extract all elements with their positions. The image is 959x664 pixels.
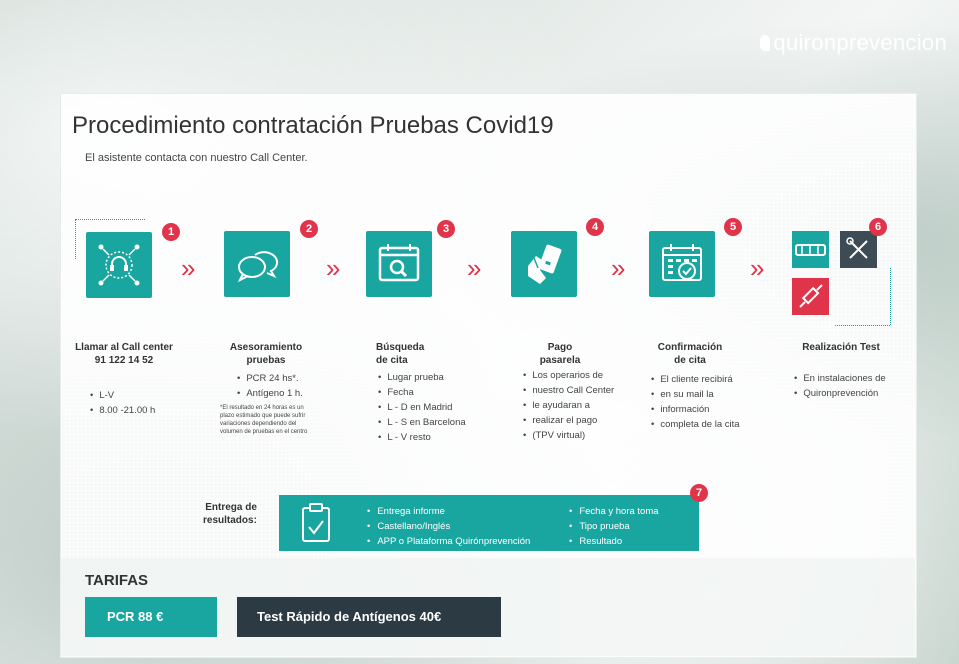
- step-5-badge: 5: [724, 218, 742, 236]
- step-5-title: Confirmación de cita: [650, 341, 730, 367]
- brand-mark-icon: [760, 35, 771, 51]
- list-item: le ayudaran a: [523, 398, 614, 413]
- step-1-title: Llamar al Call center 91 122 14 52: [74, 341, 174, 367]
- chevron-right-icon: »: [611, 253, 626, 283]
- step-1-badge: 1: [162, 223, 180, 241]
- step-5-title-line2: de cita: [674, 355, 706, 366]
- list-item: L-V: [90, 388, 155, 403]
- step-2-title-line1: Asesoramiento: [229, 342, 303, 353]
- list-item: L - S en Barcelona: [378, 415, 465, 430]
- calendar-check-icon: [662, 244, 702, 281]
- test-kit-tile: [792, 231, 829, 268]
- dotted-accent-right-v: [890, 268, 891, 325]
- price-pcr: PCR 88 €: [85, 597, 217, 637]
- step-2-title-line2: pruebas: [246, 355, 286, 366]
- list-item: L - V resto: [378, 430, 466, 445]
- chevron-right-icon: »: [467, 253, 482, 283]
- list-item: APP o Plataforma Quirónprevención: [367, 534, 530, 549]
- step-1-title-line1: Llamar al Call center: [75, 342, 173, 353]
- dotted-accent-right: [835, 325, 890, 326]
- list-item: Quironprevención: [794, 386, 886, 401]
- list-item: Antígeno 1 h.: [237, 386, 303, 401]
- step-5-bullets: El cliente recibirá en su mail la inform…: [651, 372, 740, 432]
- brand-logo: quironprevencion: [760, 30, 947, 56]
- step-2-bullets: PCR 24 hs*. Antígeno 1 h.: [237, 371, 303, 401]
- list-item: información: [651, 402, 740, 417]
- list-item: Entrega informe: [367, 504, 530, 519]
- list-item: Tipo prueba: [569, 519, 659, 534]
- list-item: L - D en Madrid: [378, 400, 466, 415]
- delivery-box: Entrega informe Castellano/Inglés APP o …: [279, 495, 699, 551]
- step-4-title-line2: pasarela: [539, 355, 581, 366]
- step-2-badge: 2: [300, 220, 318, 238]
- step-1-phone: 91 122 14 52: [94, 355, 154, 366]
- step-6-bullets: En instalaciones de Quironprevención: [794, 371, 886, 401]
- list-item: 8.00 -21.00 h: [90, 403, 155, 418]
- price-antigenos: Test Rápido de Antígenos 40€: [237, 597, 501, 637]
- step-5-icon-tile: [649, 231, 715, 297]
- list-item: El cliente recibirá: [651, 372, 740, 387]
- step-6-title: Realización Test: [796, 341, 886, 354]
- step-4-badge: 4: [586, 218, 604, 236]
- tarifas-heading: TARIFAS: [85, 572, 149, 589]
- step-2-title: Asesoramiento pruebas: [216, 341, 316, 367]
- list-item: realizar el pago: [523, 413, 614, 428]
- list-item: Los operarios de: [523, 368, 614, 383]
- card-payment-icon: [528, 244, 562, 284]
- list-item: Fecha: [378, 385, 466, 400]
- dotted-accent-left: [75, 219, 145, 220]
- step-4-title: Pago pasarela: [530, 341, 590, 367]
- step-3-title: Búsqueda de cita: [376, 341, 432, 367]
- delivery-label-line2: resultados:: [203, 515, 257, 526]
- list-item: nuestro Call Center: [523, 383, 614, 398]
- list-item: PCR 24 hs*.: [237, 371, 303, 386]
- headset-network-icon: [98, 244, 140, 286]
- step-6-badge: 6: [869, 218, 887, 236]
- list-item: Fecha y hora toma: [569, 504, 658, 519]
- syringe-tile: [792, 278, 829, 315]
- list-item: (TPV virtual): [523, 428, 614, 443]
- list-item: completa de la cita: [651, 417, 739, 432]
- brand-name: quironprevencion: [773, 30, 947, 55]
- step-2-footnote: *El resultado en 24 horas es un plazo es…: [220, 405, 308, 435]
- step-3-bullets: Lugar prueba Fecha L - D en Madrid L - S…: [378, 370, 466, 445]
- step-3-title-line2: de cita: [376, 355, 408, 366]
- list-item: Resultado: [569, 534, 659, 549]
- dotted-accent-left-v: [75, 219, 76, 259]
- chevron-right-icon: »: [750, 253, 765, 283]
- clipboard-check-icon: [302, 503, 330, 542]
- delivery-col2: Fecha y hora toma Tipo prueba Resultado: [569, 504, 659, 549]
- syringe-icon: [799, 284, 823, 308]
- test-tube-rack-icon: [795, 244, 826, 256]
- list-item: en su mail la: [651, 387, 740, 402]
- chevron-right-icon: »: [326, 253, 341, 283]
- delivery-label: Entrega de resultados:: [203, 501, 257, 527]
- calendar-search-icon: [378, 244, 420, 282]
- test-tools-icon: [846, 237, 868, 259]
- step-3-badge: 3: [437, 220, 455, 238]
- delivery-col1: Entrega informe Castellano/Inglés APP o …: [367, 504, 530, 549]
- step-4-icon-tile: [511, 231, 577, 297]
- step-5-title-line1: Confirmación: [657, 342, 723, 353]
- list-item: Lugar prueba: [378, 370, 466, 385]
- step-4-title-line1: Pago: [547, 342, 573, 353]
- list-item: En instalaciones de: [794, 371, 885, 386]
- list-item: Castellano/Inglés: [367, 519, 530, 534]
- step-7-badge: 7: [690, 484, 708, 502]
- page-subtitle: El asistente contacta con nuestro Call C…: [85, 152, 308, 164]
- chevron-right-icon: »: [181, 253, 196, 283]
- step-1-bullets: L-V 8.00 -21.00 h: [90, 388, 155, 418]
- step-1-icon-tile: [86, 232, 152, 298]
- step-3-icon-tile: [366, 231, 432, 297]
- step-2-icon-tile: [224, 231, 290, 297]
- step-6-title-line1: Realización Test: [802, 342, 880, 353]
- step-3-title-line1: Búsqueda: [376, 342, 425, 353]
- chat-bubbles-icon: [237, 251, 279, 283]
- delivery-label-line1: Entrega de: [205, 502, 257, 513]
- step-4-bullets: Los operarios de nuestro Call Center le …: [523, 368, 614, 443]
- tools-tile: [840, 231, 877, 268]
- page-title: Procedimiento contratación Pruebas Covid…: [72, 112, 554, 139]
